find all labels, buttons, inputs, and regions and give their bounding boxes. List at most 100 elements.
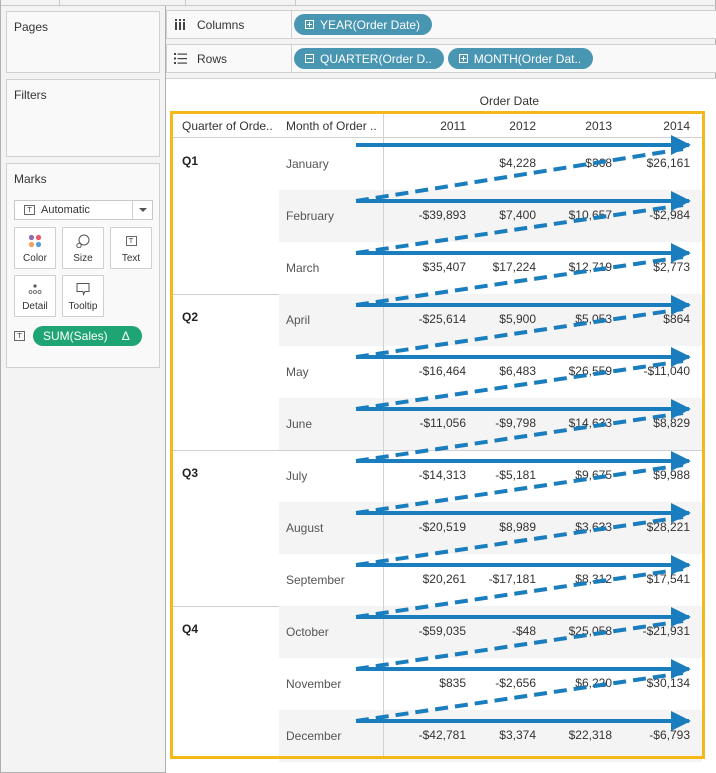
sales-cell[interactable]: $5,900 xyxy=(456,312,536,326)
sales-cell[interactable]: $30,134 xyxy=(610,676,690,690)
sales-cell[interactable]: $368 xyxy=(532,156,612,170)
sales-cell[interactable]: $17,541 xyxy=(610,572,690,586)
sales-cell[interactable]: -$11,040 xyxy=(610,364,690,378)
sales-cell[interactable]: -$5,181 xyxy=(456,468,536,482)
sales-cell[interactable]: -$21,931 xyxy=(610,624,690,638)
rows-shelf-label: Rows xyxy=(167,45,292,72)
year-header-2013[interactable]: 2013 xyxy=(552,114,612,137)
sales-cell[interactable]: $9,988 xyxy=(610,468,690,482)
sales-cell[interactable]: $8,312 xyxy=(532,572,612,586)
month-label[interactable]: June xyxy=(286,417,312,431)
month-label[interactable]: August xyxy=(286,521,323,535)
sales-cell[interactable]: $3,374 xyxy=(456,728,536,742)
sales-cell[interactable]: $4,228 xyxy=(456,156,536,170)
text-button[interactable]: T Text xyxy=(110,227,152,269)
mark-type-value: Automatic xyxy=(41,204,90,216)
sales-cell[interactable]: $8,829 xyxy=(610,416,690,430)
sales-cell[interactable]: $28,221 xyxy=(610,520,690,534)
color-button[interactable]: Color xyxy=(14,227,56,269)
tableau-workspace: Pages Filters Marks T Automatic Color Si… xyxy=(0,0,716,773)
sales-cell[interactable]: $12,719 xyxy=(532,260,612,274)
sales-cell[interactable]: $25,058 xyxy=(532,624,612,638)
year-header-2014[interactable]: 2014 xyxy=(630,114,690,137)
month-header[interactable]: Month of Order .. xyxy=(286,114,377,137)
month-label[interactable]: March xyxy=(286,261,319,275)
sales-cell[interactable]: $9,675 xyxy=(532,468,612,482)
sales-cell[interactable]: -$2,984 xyxy=(610,208,690,222)
month-label[interactable]: April xyxy=(286,313,310,327)
marks-title: Marks xyxy=(14,172,47,186)
quarter-order-date-pill[interactable]: QUARTER(Order D.. xyxy=(294,48,444,69)
collapse-minus-icon[interactable] xyxy=(305,54,314,63)
sales-cell[interactable]: $864 xyxy=(610,312,690,326)
columns-shelf-label: Columns xyxy=(167,11,292,38)
sales-cell[interactable]: $5,053 xyxy=(532,312,612,326)
pages-card[interactable]: Pages xyxy=(6,11,160,73)
sales-cell[interactable]: -$14,313 xyxy=(386,468,466,482)
sales-cell[interactable]: $10,657 xyxy=(532,208,612,222)
left-cards-panel: Pages Filters Marks T Automatic Color Si… xyxy=(1,6,166,773)
month-label[interactable]: November xyxy=(286,677,341,691)
sales-cell[interactable]: -$16,464 xyxy=(386,364,466,378)
quarter-header[interactable]: Quarter of Orde.. xyxy=(182,114,273,137)
sum-sales-pill[interactable]: SUM(Sales) Δ xyxy=(33,326,142,346)
sales-cell[interactable]: -$9,798 xyxy=(456,416,536,430)
sales-cell[interactable]: $3,633 xyxy=(532,520,612,534)
sales-cell[interactable]: $7,400 xyxy=(456,208,536,222)
columns-shelf: Columns YEAR(Order Date) xyxy=(166,10,716,39)
sales-cell[interactable]: -$48 xyxy=(456,624,536,638)
quarter-label[interactable]: Q4 xyxy=(182,622,198,636)
year-order-date-pill[interactable]: YEAR(Order Date) xyxy=(294,14,433,35)
text-label: Text xyxy=(121,253,141,264)
sales-cell[interactable]: -$39,893 xyxy=(386,208,466,222)
month-label[interactable]: July xyxy=(286,469,307,483)
sales-cell[interactable]: $35,407 xyxy=(386,260,466,274)
columns-icon xyxy=(173,19,187,30)
sales-cell[interactable]: -$20,519 xyxy=(386,520,466,534)
month-label[interactable]: January xyxy=(286,157,329,171)
year-header-2012[interactable]: 2012 xyxy=(476,114,536,137)
text-encoding-icon[interactable]: T xyxy=(14,331,25,341)
sales-cell[interactable]: -$59,035 xyxy=(386,624,466,638)
sales-cell[interactable]: $6,483 xyxy=(456,364,536,378)
mark-type-dropdown[interactable]: T Automatic xyxy=(14,200,153,220)
sales-cell[interactable]: $14,633 xyxy=(532,416,612,430)
sales-cell[interactable]: $26,161 xyxy=(610,156,690,170)
tooltip-button[interactable]: Tooltip xyxy=(62,275,104,317)
quarter-label[interactable]: Q2 xyxy=(182,310,198,324)
sales-cell[interactable]: $835 xyxy=(386,676,466,690)
quarter-label[interactable]: Q1 xyxy=(182,154,198,168)
quarter-label[interactable]: Q3 xyxy=(182,466,198,480)
sales-cell[interactable]: -$17,181 xyxy=(456,572,536,586)
month-label[interactable]: December xyxy=(286,729,341,743)
dropdown-arrow-icon[interactable] xyxy=(132,201,152,219)
rows-icon xyxy=(173,53,187,64)
expand-plus-icon[interactable] xyxy=(305,20,314,29)
sales-cell[interactable]: -$6,793 xyxy=(610,728,690,742)
sales-cell[interactable]: $20,261 xyxy=(386,572,466,586)
sales-cell[interactable]: -$42,781 xyxy=(386,728,466,742)
sales-cell[interactable]: $22,318 xyxy=(532,728,612,742)
sales-cell[interactable]: $8,989 xyxy=(456,520,536,534)
sales-cell[interactable]: -$11,056 xyxy=(386,416,466,430)
sales-cell[interactable]: $6,220 xyxy=(532,676,612,690)
detail-label: Detail xyxy=(22,301,48,312)
sales-cell[interactable]: -$2,656 xyxy=(456,676,536,690)
sales-cell[interactable]: -$25,614 xyxy=(386,312,466,326)
filters-card[interactable]: Filters xyxy=(6,79,160,157)
month-order-date-pill[interactable]: MONTH(Order Dat.. xyxy=(447,48,594,69)
month-label[interactable]: May xyxy=(286,365,309,379)
sales-cell[interactable]: $26,559 xyxy=(532,364,612,378)
month-label[interactable]: September xyxy=(286,573,345,587)
sales-cell[interactable]: $17,224 xyxy=(456,260,536,274)
year-header-2011[interactable]: 2011 xyxy=(406,114,466,137)
expand-plus-icon[interactable] xyxy=(458,54,468,63)
filters-title: Filters xyxy=(14,88,47,102)
sales-cell[interactable]: $2,773 xyxy=(610,260,690,274)
marks-field-row: T SUM(Sales) Δ xyxy=(14,326,142,346)
month-label[interactable]: October xyxy=(286,625,329,639)
size-button[interactable]: Size xyxy=(62,227,104,269)
detail-button[interactable]: Detail xyxy=(14,275,56,317)
rows-shelf: Rows QUARTER(Order D.. MONTH(Order Dat.. xyxy=(166,44,716,73)
month-label[interactable]: February xyxy=(286,209,334,223)
